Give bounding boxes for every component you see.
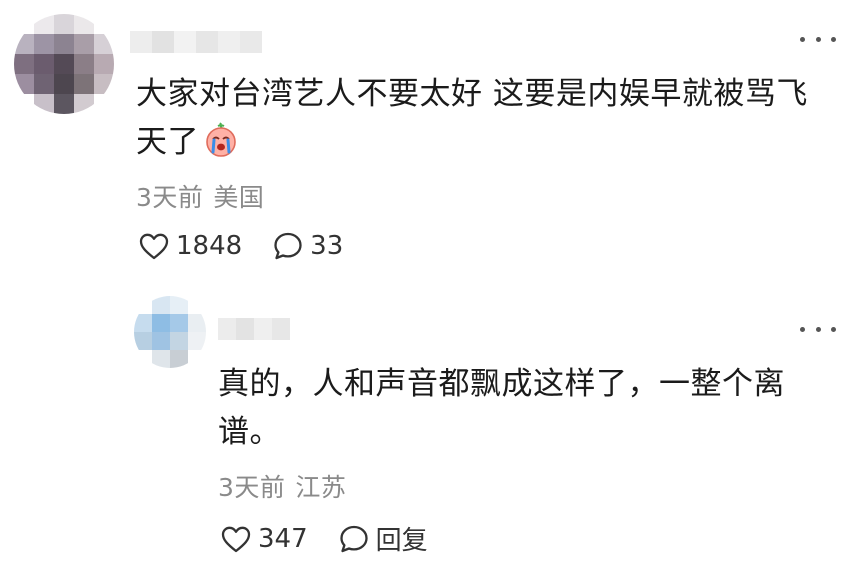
location: 美国 xyxy=(213,183,265,212)
reply-username-censored[interactable] xyxy=(218,318,290,340)
timestamp: 3天前 xyxy=(136,183,204,212)
reply-more-options-button[interactable] xyxy=(800,322,836,336)
reply-text: 真的，人和声音都飘成这样了，一整个离 谱。 xyxy=(218,366,785,450)
speech-bubble-icon xyxy=(339,525,368,552)
reply-button[interactable]: 回复 xyxy=(338,520,428,557)
more-dots-icon xyxy=(800,326,805,332)
reply-count: 33 xyxy=(310,231,344,261)
reply-meta: 3天前 江苏 xyxy=(218,468,346,504)
username-censored[interactable] xyxy=(130,31,262,53)
heart-outline-icon xyxy=(221,526,251,552)
like-button[interactable]: 1848 xyxy=(138,231,242,261)
user-avatar[interactable] xyxy=(14,14,114,114)
action-bar: 1848 33 xyxy=(138,230,343,262)
reply-label: 回复 xyxy=(375,526,428,556)
heart-outline-icon xyxy=(139,233,169,260)
reply-timestamp: 3天前 xyxy=(218,473,286,502)
comment-meta: 3天前 美国 xyxy=(136,178,264,214)
reply-location: 江苏 xyxy=(295,473,347,502)
comment-text: 大家对台湾艺人不要太好 这要是内娱早就被骂飞 天了 xyxy=(136,76,808,160)
speech-bubble-icon xyxy=(274,232,302,260)
reply-user-avatar[interactable] xyxy=(134,296,206,368)
crying-face-emoji-icon xyxy=(206,122,236,157)
more-dots-icon xyxy=(800,36,805,42)
comment-button[interactable]: 33 xyxy=(272,230,343,262)
more-options-button[interactable] xyxy=(800,32,836,46)
reply-action-bar: 347 回复 xyxy=(220,520,428,557)
reply-like-button[interactable]: 347 xyxy=(220,524,308,554)
like-count: 1848 xyxy=(176,231,243,261)
reply-like-count: 347 xyxy=(258,523,308,554)
